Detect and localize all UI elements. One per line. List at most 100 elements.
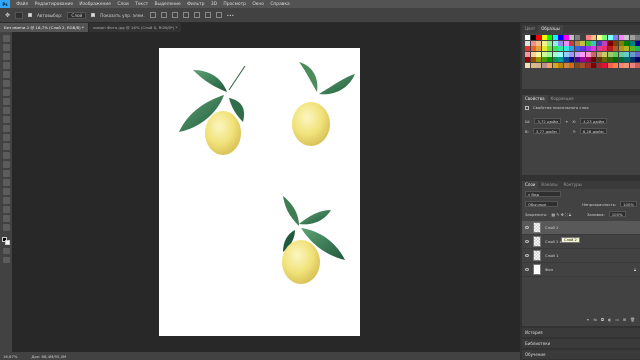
color-swatch[interactable]	[607, 40, 613, 46]
color-swatch[interactable]	[602, 62, 607, 68]
color-swatch[interactable]	[635, 51, 640, 57]
color-swatch[interactable]	[552, 57, 558, 62]
color-swatch[interactable]	[629, 51, 635, 57]
color-swatch[interactable]	[607, 57, 613, 62]
menu-item-file[interactable]: Файл	[13, 2, 32, 7]
color-swatch[interactable]	[569, 35, 574, 40]
background-color[interactable]	[5, 240, 10, 245]
color-swatch[interactable]	[591, 62, 596, 68]
marquee-tool-icon[interactable]	[2, 44, 10, 51]
color-swatch[interactable]	[563, 57, 569, 62]
color-swatch[interactable]	[525, 46, 530, 51]
color-swatch[interactable]	[624, 35, 629, 40]
color-swatch[interactable]	[580, 46, 585, 51]
color-swatch[interactable]	[585, 40, 591, 46]
color-swatch[interactable]	[525, 62, 530, 68]
blur-tool-icon[interactable]	[2, 152, 10, 159]
color-swatch[interactable]	[635, 40, 640, 46]
color-swatch[interactable]	[635, 35, 640, 40]
color-swatch[interactable]	[613, 62, 618, 68]
color-swatch[interactable]	[613, 40, 618, 46]
visibility-eye-icon[interactable]	[525, 240, 529, 243]
blend-mode-select[interactable]: Обычные	[525, 201, 559, 207]
color-swatch[interactable]	[569, 57, 574, 62]
tab-adjustments[interactable]: Коррекция	[548, 95, 577, 103]
color-swatch[interactable]	[525, 57, 530, 62]
color-swatch[interactable]	[624, 46, 629, 51]
screen-mode-icon[interactable]	[2, 256, 10, 263]
color-swatch[interactable]	[552, 46, 558, 51]
visibility-eye-icon[interactable]	[525, 226, 529, 229]
layer-name[interactable]: Фон	[545, 267, 553, 272]
tab-channels[interactable]: Каналы	[538, 181, 560, 189]
healing-brush-tool-icon[interactable]	[2, 98, 10, 105]
align-left-icon[interactable]	[149, 12, 156, 18]
color-swatch[interactable]	[530, 57, 536, 62]
color-swatch[interactable]	[629, 35, 635, 40]
color-swatch[interactable]	[596, 40, 602, 46]
color-swatch[interactable]	[536, 57, 541, 62]
color-swatch[interactable]	[525, 40, 530, 46]
dodge-tool-icon[interactable]	[2, 161, 10, 168]
color-swatch[interactable]	[618, 62, 624, 68]
type-tool-icon[interactable]	[2, 179, 10, 186]
move-tool-icon[interactable]: ✥	[5, 12, 10, 19]
layer-name[interactable]: Слой 1	[545, 253, 559, 258]
color-swatch[interactable]	[618, 35, 624, 40]
color-swatch[interactable]	[624, 57, 629, 62]
brush-tool-icon[interactable]	[2, 107, 10, 114]
color-swatch[interactable]	[607, 51, 613, 57]
delete-layer-icon[interactable]: 🗑︎	[630, 317, 635, 322]
lock-icons[interactable]: ▦ ✎ ✥ ⛶ 🔒︎	[551, 212, 570, 217]
color-swatch[interactable]	[547, 40, 552, 46]
frame-tool-icon[interactable]	[2, 80, 10, 87]
transform-controls-checkbox[interactable]	[91, 13, 96, 17]
color-swatch[interactable]	[569, 46, 574, 51]
color-swatch[interactable]	[541, 40, 547, 46]
menu-item-image[interactable]: Изображение	[76, 2, 114, 7]
color-swatch[interactable]	[541, 35, 547, 40]
color-swatch[interactable]	[635, 57, 640, 62]
color-swatch[interactable]	[530, 35, 536, 40]
menu-item-view[interactable]: Просмотр	[220, 2, 249, 7]
menu-item-type[interactable]: Текст	[132, 2, 151, 7]
eraser-tool-icon[interactable]	[2, 134, 10, 141]
color-swatch[interactable]	[563, 51, 569, 57]
color-swatch[interactable]	[607, 46, 613, 51]
menu-item-filter[interactable]: Фильтр	[184, 2, 208, 7]
color-swatch[interactable]	[602, 51, 607, 57]
color-swatch[interactable]	[602, 35, 607, 40]
path-selection-tool-icon[interactable]	[2, 188, 10, 195]
color-swatch[interactable]	[624, 62, 629, 68]
color-swatch[interactable]	[629, 62, 635, 68]
opacity-field[interactable]: 100%	[620, 201, 637, 207]
color-swatch[interactable]	[618, 57, 624, 62]
color-swatch[interactable]	[596, 35, 602, 40]
color-swatch[interactable]	[602, 40, 607, 46]
color-swatch[interactable]	[618, 51, 624, 57]
history-brush-tool-icon[interactable]	[2, 125, 10, 132]
color-swatch[interactable]	[591, 35, 596, 40]
color-swatch[interactable]	[602, 46, 607, 51]
layer-row[interactable]: Слой 2	[522, 221, 640, 235]
quick-mask-icon[interactable]	[2, 247, 10, 254]
color-swatch[interactable]	[525, 35, 530, 40]
color-swatch[interactable]	[547, 35, 552, 40]
color-swatch[interactable]	[574, 46, 580, 51]
menu-item-3d[interactable]: 3D	[208, 2, 221, 7]
color-swatch[interactable]	[547, 62, 552, 68]
menu-item-window[interactable]: Окно	[249, 2, 267, 7]
color-swatch[interactable]	[624, 40, 629, 46]
align-bottom-icon[interactable]	[204, 12, 211, 18]
color-swatch[interactable]	[591, 40, 596, 46]
color-swatch[interactable]	[541, 57, 547, 62]
autoselect-checkbox[interactable]	[28, 13, 33, 17]
visibility-eye-icon[interactable]	[525, 268, 529, 271]
layer-row[interactable]: Слой 1	[522, 249, 640, 263]
hand-tool-icon[interactable]	[2, 206, 10, 213]
color-swatch[interactable]	[541, 51, 547, 57]
clone-stamp-tool-icon[interactable]	[2, 116, 10, 123]
move-tool-icon[interactable]	[2, 35, 10, 42]
layer-filter-select[interactable]: ⌕ Вид	[525, 191, 561, 197]
color-swatch[interactable]	[563, 35, 569, 40]
